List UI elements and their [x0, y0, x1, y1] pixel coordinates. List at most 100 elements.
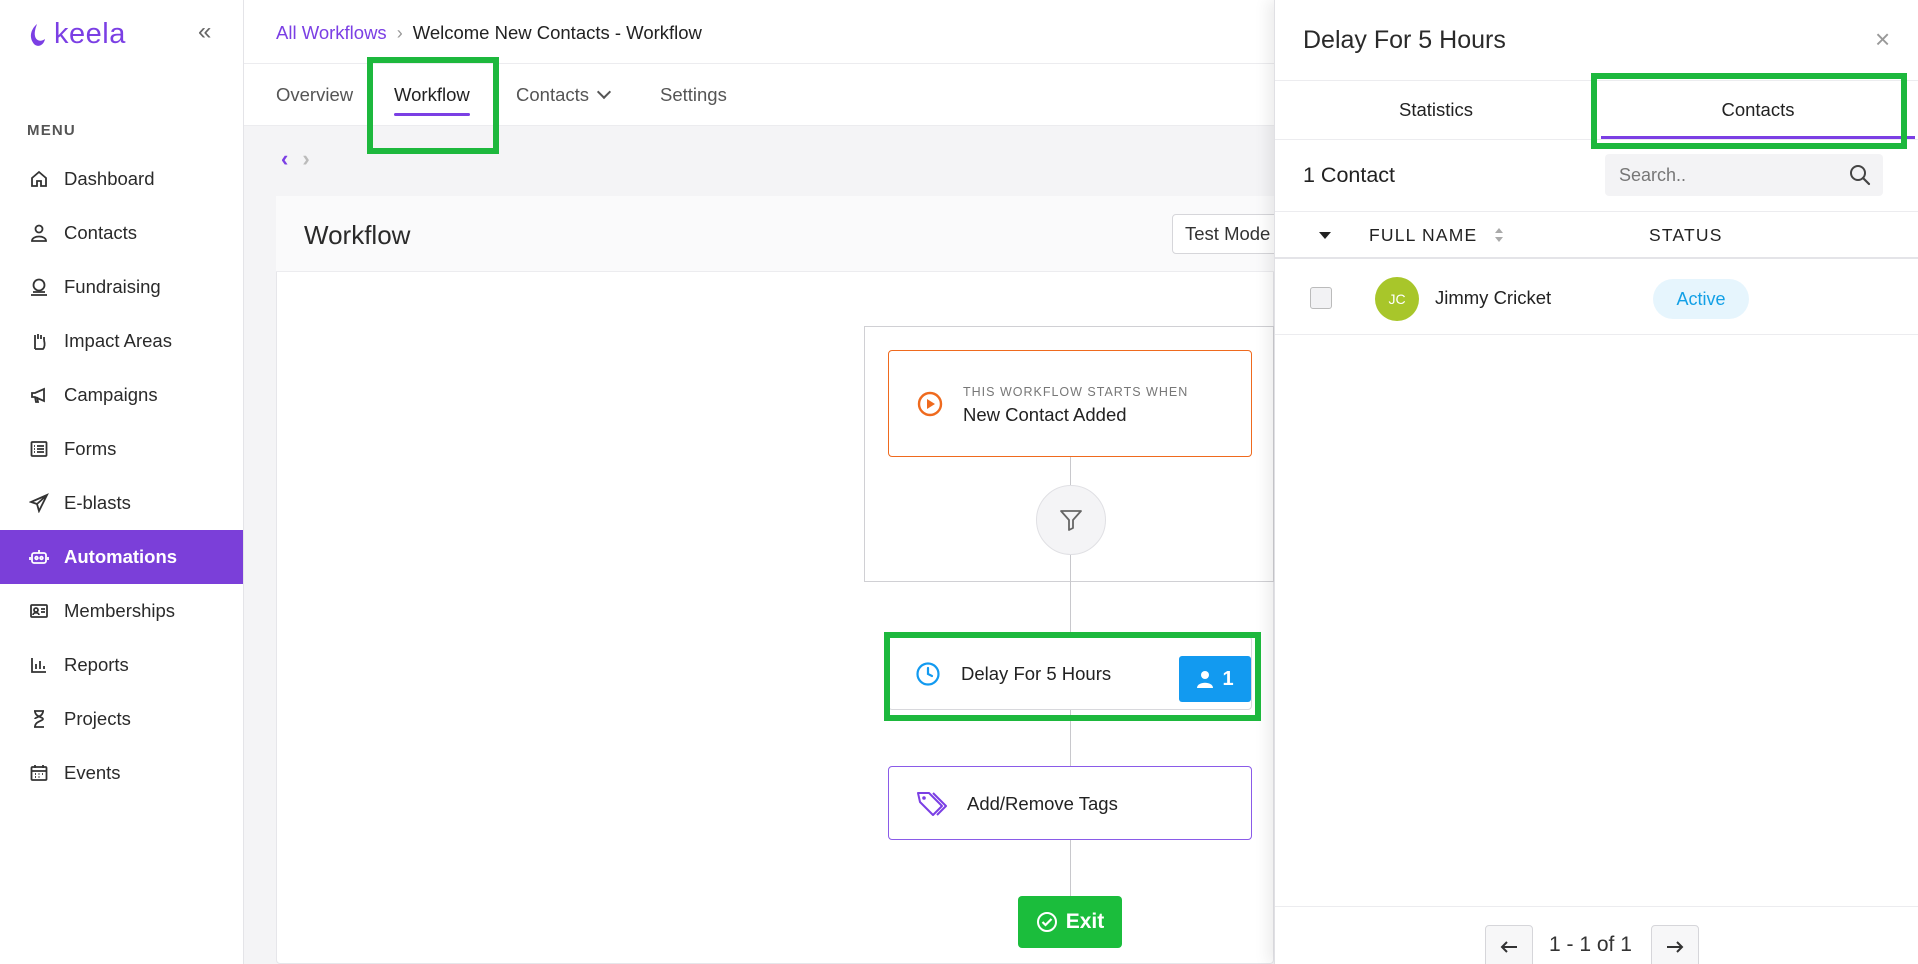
tags-label: Add/Remove Tags [967, 793, 1118, 814]
menu-label: MENU [27, 122, 76, 139]
sidebar-item-campaigns[interactable]: Campaigns [0, 368, 243, 422]
clock-icon [916, 662, 940, 686]
table-header: FULL NAME STATUS [1275, 211, 1918, 259]
table-row: JC Jimmy Cricket Active [1275, 259, 1918, 335]
sidebar-item-label: Events [64, 762, 121, 783]
search-box [1605, 154, 1883, 196]
close-icon[interactable]: × [1875, 26, 1890, 52]
check-circle-icon [1036, 912, 1057, 932]
delay-label: Delay For 5 Hours [961, 663, 1112, 684]
sidebar-item-fundraising[interactable]: Fundraising [0, 260, 243, 314]
sidebar-item-dashboard[interactable]: Dashboard [0, 152, 243, 206]
pagination: 1 - 1 of 1 [1275, 906, 1918, 964]
tag-icon [917, 792, 947, 816]
connector-line [1070, 710, 1071, 766]
sidebar-item-impact-areas[interactable]: Impact Areas [0, 314, 243, 368]
list-icon [28, 438, 50, 460]
workflow-title: Workflow [304, 220, 411, 250]
chevron-right-icon: › [396, 22, 403, 43]
sidebar-item-events[interactable]: Events [0, 746, 243, 800]
user-icon [1197, 671, 1214, 688]
donation-icon [28, 276, 50, 298]
connector-line [1070, 840, 1071, 896]
sidebar: keela « MENU Dashboard Contacts Fundrais… [0, 0, 244, 964]
contact-count: 1 [1222, 667, 1234, 690]
user-icon [28, 222, 50, 244]
tab-statistics[interactable]: Statistics [1275, 81, 1597, 139]
breadcrumb-current: Welcome New Contacts - Workflow [412, 22, 702, 43]
page-tabs: Overview Workflow Contacts Settings [244, 64, 1274, 126]
breadcrumb-all-workflows[interactable]: All Workflows [276, 22, 387, 44]
caret-down-icon[interactable] [1319, 232, 1331, 239]
contact-count-badge[interactable]: 1 [1179, 656, 1251, 702]
next-page-button[interactable] [1651, 925, 1699, 964]
sidebar-item-label: Automations [64, 546, 178, 567]
search-icon[interactable] [1849, 164, 1871, 186]
hourglass-icon [28, 708, 50, 730]
trigger-label: New Contact Added [963, 404, 1127, 425]
exit-label: Exit [1065, 910, 1105, 933]
tab-settings[interactable]: Settings [660, 64, 727, 126]
hand-icon [28, 330, 50, 352]
avatar: JC [1375, 277, 1419, 321]
sidebar-item-label: Fundraising [64, 276, 161, 297]
breadcrumb: All Workflows › Welcome New Contacts - W… [276, 22, 702, 44]
sort-icon[interactable] [1494, 226, 1504, 244]
sidebar-item-label: Memberships [64, 600, 176, 621]
sidebar-item-label: Reports [64, 654, 129, 675]
exit-node[interactable]: Exit [1018, 896, 1122, 948]
workflow-header: Workflow Test Mode [276, 196, 1292, 272]
row-checkbox[interactable] [1310, 287, 1332, 309]
home-icon [28, 168, 50, 190]
calendar-icon [28, 762, 50, 784]
tab-contacts[interactable]: Contacts [516, 64, 612, 126]
filter-button[interactable] [1036, 485, 1106, 555]
megaphone-icon [28, 384, 50, 406]
brand-name: keela [54, 18, 126, 50]
sidebar-item-contacts[interactable]: Contacts [0, 206, 243, 260]
sidebar-item-automations[interactable]: Automations [0, 530, 243, 584]
arrow-right-icon [1667, 941, 1684, 953]
brand-logo[interactable]: keela [26, 18, 126, 51]
contact-name[interactable]: Jimmy Cricket [1435, 287, 1551, 309]
sidebar-nav: Dashboard Contacts Fundraising Impact Ar… [0, 152, 243, 800]
sidebar-item-label: Contacts [64, 222, 138, 243]
sidebar-item-label: Forms [64, 438, 117, 459]
sidebar-item-reports[interactable]: Reports [0, 638, 243, 692]
sidebar-item-memberships[interactable]: Memberships [0, 584, 243, 638]
drawer-title: Delay For 5 Hours [1303, 26, 1506, 54]
double-chevron-left-icon[interactable]: « [198, 18, 211, 46]
connector-line [1070, 457, 1071, 485]
tab-drawer-contacts[interactable]: Contacts [1597, 81, 1918, 139]
search-input[interactable] [1605, 154, 1845, 196]
paper-plane-icon [28, 492, 50, 514]
filter-icon [1060, 510, 1082, 531]
id-card-icon [28, 600, 50, 622]
chevron-down-icon [596, 84, 612, 100]
trigger-node[interactable]: THIS WORKFLOW STARTS WHEN New Contact Ad… [888, 350, 1252, 457]
bar-chart-icon [28, 654, 50, 676]
tags-node[interactable]: Add/Remove Tags [888, 766, 1252, 840]
details-drawer: Delay For 5 Hours × Statistics Contacts … [1274, 0, 1918, 964]
forward-arrow-icon[interactable]: › [302, 146, 309, 172]
column-status: STATUS [1649, 225, 1723, 245]
sidebar-item-label: Projects [64, 708, 131, 729]
sidebar-item-label: Impact Areas [64, 330, 172, 351]
prev-page-button[interactable] [1485, 925, 1533, 964]
contact-count-label: 1 Contact [1303, 163, 1396, 187]
robot-icon [28, 546, 50, 568]
status-badge: Active [1653, 279, 1749, 319]
column-full-name[interactable]: FULL NAME [1369, 225, 1477, 246]
play-circle-icon [917, 391, 943, 417]
sidebar-item-projects[interactable]: Projects [0, 692, 243, 746]
sidebar-item-forms[interactable]: Forms [0, 422, 243, 476]
sidebar-item-label: Dashboard [64, 168, 155, 189]
pagination-text: 1 - 1 of 1 [1549, 933, 1632, 956]
sidebar-item-label: Campaigns [64, 384, 158, 405]
back-arrow-icon[interactable]: ‹ [281, 146, 288, 172]
sidebar-item-e-blasts[interactable]: E-blasts [0, 476, 243, 530]
tab-overview[interactable]: Overview [276, 64, 353, 126]
delay-node[interactable]: Delay For 5 Hours 1 [888, 636, 1252, 710]
tab-workflow[interactable]: Workflow [394, 64, 470, 126]
connector-line [1070, 555, 1071, 636]
